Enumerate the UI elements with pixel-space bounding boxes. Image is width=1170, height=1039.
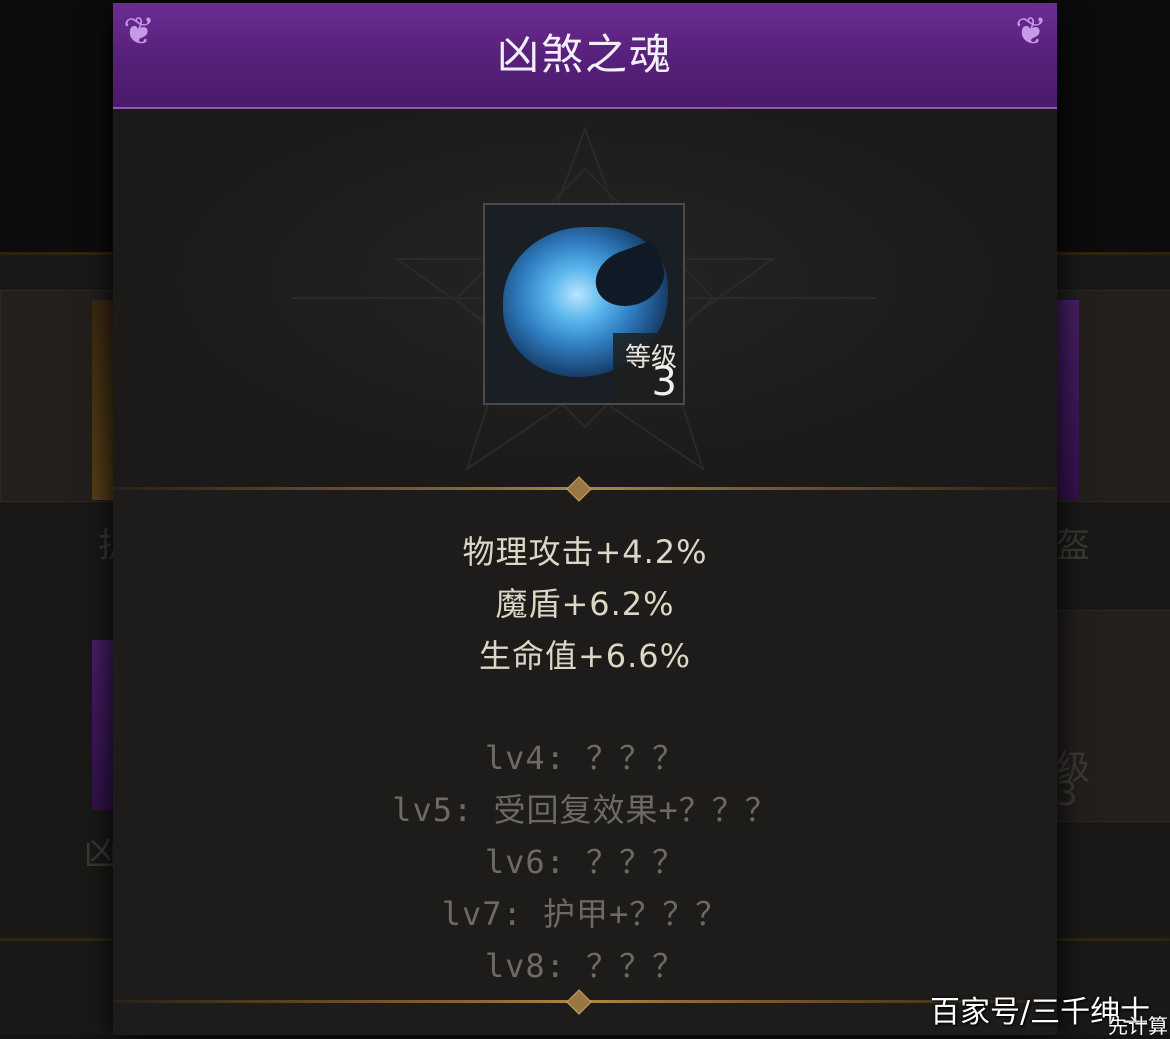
item-icon-frame[interactable]: 等级 3 <box>483 203 685 405</box>
locked-level-line: lv7: 护甲+？？？ <box>441 895 729 933</box>
background-card-left-purple <box>92 640 113 810</box>
locked-level-line: lv8: ？？？ <box>484 947 686 985</box>
item-detail-popup: ❦ ❦ 凶煞之魂 等级 3 物理攻击+4.2% 魔盾+6.2% 生命值+6.6%… <box>113 3 1057 1035</box>
background-fragment-right-1: 盔 <box>1056 526 1090 566</box>
stat-line: 生命值+6.6% <box>478 637 692 675</box>
background-fragment-right-3: 3 <box>1056 774 1078 814</box>
stat-line: 魔盾+6.2% <box>495 585 675 623</box>
popup-title: 凶煞之魂 <box>496 30 673 79</box>
popup-header: ❦ ❦ 凶煞之魂 <box>113 3 1057 109</box>
background-card-left-purple-top <box>92 300 113 500</box>
background-card-right-purple <box>1057 300 1079 500</box>
divider-diamond-bottom-icon <box>566 989 592 1015</box>
item-showcase: 等级 3 <box>113 109 1057 487</box>
stat-line: 物理攻击+4.2% <box>462 533 708 571</box>
locked-level-line: lv5: 受回复效果+？？？ <box>392 791 778 829</box>
level-number: 3 <box>651 359 677 405</box>
locked-level-line: lv4: ？？？ <box>484 739 686 777</box>
level-tag: 等级 3 <box>613 333 683 403</box>
locked-level-line: lv6: ？？？ <box>484 843 686 881</box>
